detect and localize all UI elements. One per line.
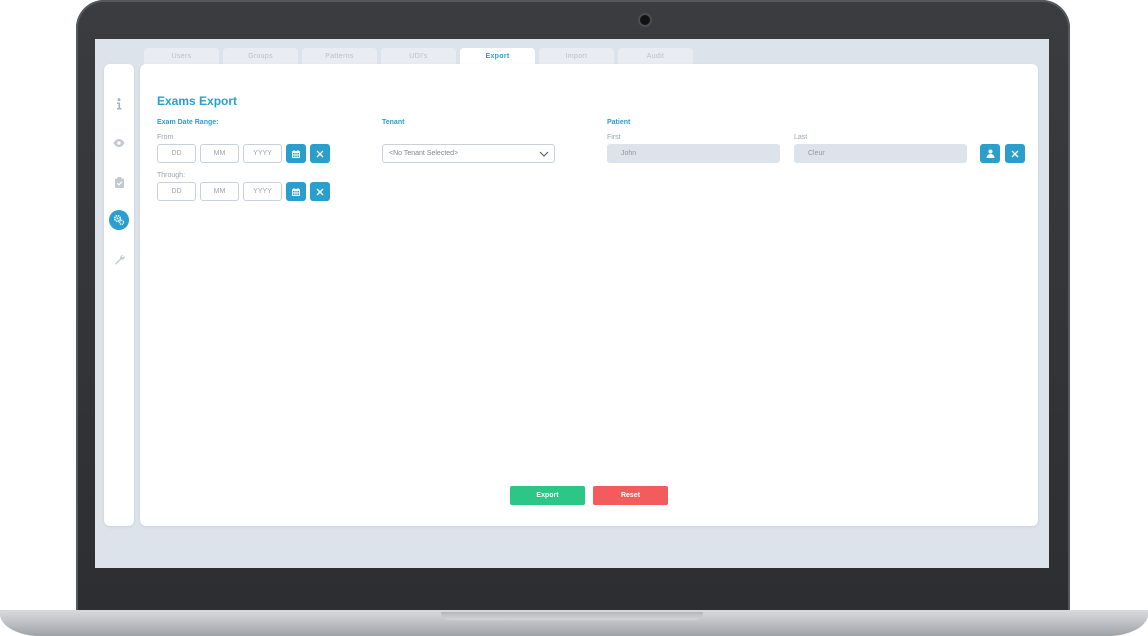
clipboard-icon <box>114 176 124 188</box>
first-name-field[interactable]: John <box>607 144 780 163</box>
sidebar-item-tools[interactable] <box>109 249 129 269</box>
from-year-input[interactable]: YYYY <box>243 144 282 163</box>
select-patient-button[interactable] <box>980 144 1000 163</box>
tab-udis[interactable]: UDI's <box>381 48 456 64</box>
from-label: From <box>157 134 174 141</box>
reset-button[interactable]: Reset <box>593 486 668 505</box>
tenant-select-value: <No Tenant Selected> <box>389 150 459 157</box>
tab-import[interactable]: Import <box>539 48 614 64</box>
last-name-field[interactable]: Cleur <box>794 144 967 163</box>
tab-bar: Users Groups Patterns UDI's Export Impor… <box>144 48 693 64</box>
calendar-icon <box>292 187 300 196</box>
from-month-input[interactable]: MM <box>200 144 239 163</box>
sidebar-item-info[interactable] <box>109 94 129 114</box>
tenant-select[interactable]: <No Tenant Selected> <box>382 144 555 163</box>
info-icon <box>117 98 122 110</box>
tab-users[interactable]: Users <box>144 48 219 64</box>
eye-icon <box>113 139 125 147</box>
laptop-notch <box>441 612 703 620</box>
tab-groups[interactable]: Groups <box>223 48 298 64</box>
through-clear-button[interactable] <box>310 182 330 201</box>
page-title: Exams Export <box>157 94 238 108</box>
tenant-label: Tenant <box>382 119 405 126</box>
export-button[interactable]: Export <box>510 486 585 505</box>
through-calendar-button[interactable] <box>286 182 306 201</box>
clear-patient-button[interactable] <box>1005 144 1025 163</box>
from-calendar-button[interactable] <box>286 144 306 163</box>
export-panel: Exams Export Exam Date Range: From DD MM… <box>140 64 1038 526</box>
camera <box>640 15 650 25</box>
through-label: Through: <box>157 172 186 179</box>
wrench-icon <box>114 254 125 265</box>
tab-patterns[interactable]: Patterns <box>302 48 377 64</box>
close-icon <box>316 150 324 157</box>
tab-audit[interactable]: Audit <box>618 48 693 64</box>
through-year-input[interactable]: YYYY <box>243 182 282 201</box>
sidebar-item-settings[interactable] <box>109 210 129 230</box>
gears-icon <box>113 214 125 226</box>
patient-label: Patient <box>607 119 631 126</box>
close-icon <box>1011 150 1019 157</box>
from-clear-button[interactable] <box>310 144 330 163</box>
sidebar <box>104 64 134 526</box>
through-month-input[interactable]: MM <box>200 182 239 201</box>
sidebar-item-view[interactable] <box>109 133 129 153</box>
from-day-input[interactable]: DD <box>157 144 196 163</box>
sidebar-item-tasks[interactable] <box>109 172 129 192</box>
tab-export[interactable]: Export <box>460 48 535 64</box>
calendar-icon <box>292 149 300 158</box>
app-screen: Users Groups Patterns UDI's Export Impor… <box>95 39 1049 568</box>
last-name-label: Last <box>794 134 808 141</box>
close-icon <box>316 188 324 195</box>
first-name-label: First <box>607 134 621 141</box>
date-range-label: Exam Date Range: <box>157 119 219 126</box>
user-icon <box>986 149 994 158</box>
chevron-down-icon <box>539 151 549 157</box>
through-day-input[interactable]: DD <box>157 182 196 201</box>
